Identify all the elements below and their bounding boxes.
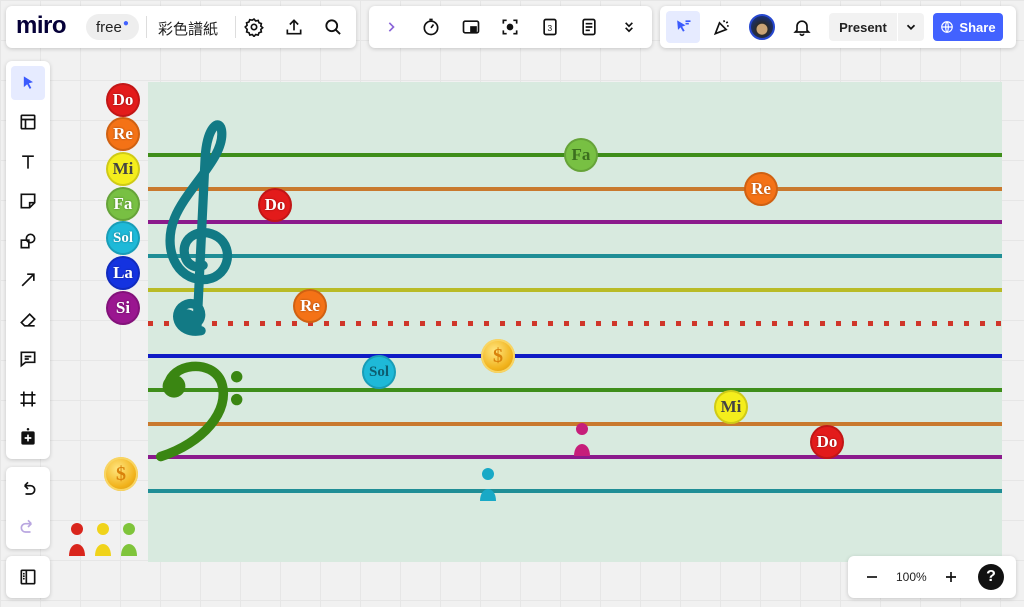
bell-icon[interactable] [788, 13, 816, 41]
sidebar-toggle-icon[interactable] [14, 563, 42, 591]
staff-note-sol[interactable]: Sol [362, 355, 396, 389]
legend-note-fa[interactable]: Fa [106, 187, 140, 221]
treble-clef-icon[interactable] [155, 116, 239, 341]
templates-icon[interactable] [14, 108, 42, 136]
comment-icon[interactable] [14, 345, 42, 373]
divider [235, 16, 236, 38]
zoom-level[interactable]: 100% [896, 570, 927, 584]
timer-icon[interactable] [417, 13, 445, 41]
legend-note-mi[interactable]: Mi [106, 152, 140, 186]
bass-clef-icon[interactable] [155, 356, 250, 464]
frame-icon[interactable] [14, 385, 42, 413]
present-dropdown-button[interactable] [898, 13, 924, 41]
staff-note-mi[interactable]: Mi [714, 390, 748, 424]
search-icon[interactable] [319, 13, 347, 41]
pawn-yellow-icon[interactable] [92, 522, 114, 558]
eraser-icon[interactable] [14, 306, 42, 334]
note-label: La [113, 263, 133, 282]
avatar[interactable] [749, 14, 775, 40]
svg-text:3: 3 [548, 23, 553, 33]
notes-icon[interactable] [575, 13, 603, 41]
gold-coin-icon[interactable]: $ [104, 457, 138, 491]
miro-logo[interactable]: miro [16, 12, 67, 40]
legend-note-la[interactable]: La [106, 256, 140, 290]
coin-symbol: $ [116, 462, 126, 485]
legend-note-do[interactable]: Do [106, 83, 140, 117]
chevron-down-icon [906, 24, 916, 30]
pawn-magenta-icon[interactable] [571, 422, 593, 458]
upload-icon[interactable] [280, 13, 308, 41]
text-icon[interactable] [14, 148, 42, 176]
note-label: Sol [368, 363, 389, 380]
board-title[interactable]: 彩色譜紙 [158, 18, 218, 39]
left-toolbar [6, 61, 50, 459]
brand-panel: miro free ● 彩色譜紙 [6, 6, 356, 48]
pawn-green-icon[interactable] [118, 522, 140, 558]
note-label: Sol [112, 229, 133, 246]
help-icon[interactable]: ? [978, 564, 1004, 590]
zoom-out-icon[interactable] [858, 563, 886, 591]
staff-line [148, 288, 1002, 292]
staff-line [148, 254, 1002, 258]
note-label: Re [751, 179, 771, 198]
note-label: Re [113, 124, 133, 143]
note-label: Fa [571, 145, 591, 164]
present-button[interactable]: Present [829, 13, 897, 41]
video-screen-icon[interactable] [457, 13, 485, 41]
legend-note-re[interactable]: Re [106, 117, 140, 151]
legend-note-si[interactable]: Si [106, 291, 140, 325]
tools-panel: 3 [369, 6, 652, 48]
plan-badge[interactable]: free ● [86, 14, 139, 40]
chevron-right-icon[interactable] [377, 13, 405, 41]
note-label: Si [115, 298, 131, 317]
note-label: Do [112, 90, 134, 109]
staff-note-fa[interactable]: Fa [564, 138, 598, 172]
note-label: Do [816, 432, 838, 451]
share-button[interactable]: Share [933, 13, 1003, 41]
gear-icon[interactable] [240, 13, 268, 41]
plan-dot-icon: ● [122, 17, 129, 29]
staff-note-do[interactable]: Do [810, 425, 844, 459]
note-label: Mi [112, 159, 134, 178]
gold-coin-icon[interactable]: $ [481, 339, 515, 373]
pawn-teal-icon[interactable] [477, 467, 499, 503]
focus-icon[interactable] [496, 13, 524, 41]
share-label: Share [959, 19, 996, 35]
shapes-icon[interactable] [14, 227, 42, 255]
coin-symbol: $ [493, 344, 503, 367]
plan-badge-label: free [96, 18, 122, 36]
confetti-icon[interactable] [708, 13, 736, 41]
note-label: Fa [113, 194, 133, 213]
staff-line [148, 354, 1002, 358]
sticky-note-icon[interactable] [14, 187, 42, 215]
staff-line [148, 388, 1002, 392]
more-down-icon[interactable] [615, 13, 643, 41]
undo-icon[interactable] [14, 475, 42, 503]
redo-icon[interactable] [14, 513, 42, 541]
divider [146, 16, 147, 38]
cursor-select-icon[interactable] [666, 11, 700, 43]
note-label: Mi [720, 397, 742, 416]
history-panel [6, 467, 50, 549]
zoom-in-icon[interactable] [937, 563, 965, 591]
globe-icon [941, 21, 954, 33]
present-label: Present [839, 19, 887, 35]
pawn-red-icon[interactable] [66, 522, 88, 558]
zoom-panel: 100% ? [848, 556, 1016, 598]
select-icon[interactable] [11, 66, 45, 100]
staff-line [148, 489, 1002, 493]
staff-note-re[interactable]: Re [293, 289, 327, 323]
arrow-icon[interactable] [14, 266, 42, 294]
sidebar-toggle-panel [6, 556, 50, 598]
collab-panel: Present Share [660, 6, 1016, 48]
legend-note-sol[interactable]: Sol [106, 221, 140, 255]
add-more-icon[interactable] [14, 424, 42, 452]
sequence-card-icon[interactable]: 3 [536, 13, 564, 41]
staff-note-do[interactable]: Do [258, 188, 292, 222]
staff-note-re[interactable]: Re [744, 172, 778, 206]
note-label: Re [300, 296, 320, 315]
middle-c-dotted-line [148, 321, 1002, 326]
note-label: Do [264, 195, 286, 214]
